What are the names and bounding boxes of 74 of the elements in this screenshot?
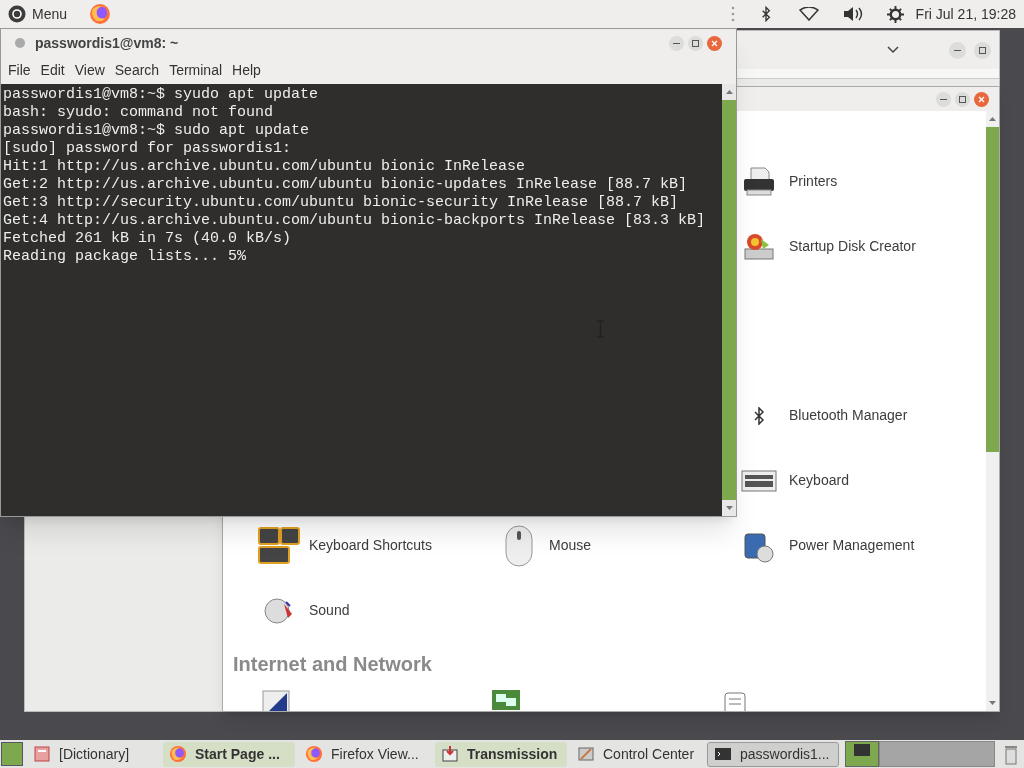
control-center-item[interactable]: Mouse: [549, 535, 592, 556]
control-center-item[interactable]: Printers: [789, 171, 838, 192]
window-title: passwordis1@vm8: ~: [35, 33, 179, 53]
terminal-line: [sudo] password for passwordis1:: [3, 140, 292, 158]
volume-icon[interactable]: [842, 6, 865, 22]
maximize-button[interactable]: [688, 35, 703, 51]
close-button[interactable]: [707, 35, 722, 51]
keyboard-icon: [741, 468, 777, 493]
menu-item[interactable]: Terminal: [164, 60, 228, 81]
network-icon: [491, 689, 521, 711]
bluetooth-icon: [753, 406, 765, 425]
menu-button[interactable]: Menu: [8, 3, 68, 25]
scrollbar[interactable]: [722, 84, 736, 516]
drag-handle-icon: [730, 6, 735, 22]
firefox-icon: [89, 3, 112, 25]
terminal-line: Hit:1 http://us.archive.ubuntu.com/ubuntu bionic InRelease: [3, 158, 526, 176]
mouse-icon: [504, 524, 534, 567]
terminal-line: passwordis1@vm8:~$ syudo apt update: [3, 86, 319, 104]
control-center-item[interactable]: Startup Disk Creator: [789, 236, 916, 257]
taskbar-button[interactable]: Transmission: [435, 741, 567, 767]
control-center-item[interactable]: Bluetooth Manager: [789, 405, 908, 426]
scroll-down-icon[interactable]: [989, 701, 996, 705]
minimize-button[interactable]: [936, 91, 951, 107]
menu-item[interactable]: File: [3, 60, 36, 81]
menu-item[interactable]: Search: [109, 60, 165, 81]
wifi-icon[interactable]: [798, 7, 819, 21]
close-button[interactable]: [974, 91, 989, 107]
taskbar-button[interactable]: Firefox View...: [299, 741, 431, 767]
close-icon: [711, 39, 718, 47]
close-icon: [978, 95, 985, 103]
control-center-item[interactable]: Keyboard: [789, 470, 849, 491]
terminal-line: Get:4 http://us.archive.ubuntu.com/ubuntu bionic-backports InRelease [83.3 kB]: [3, 212, 706, 230]
workspace-switcher[interactable]: [845, 741, 995, 767]
terminal-line: passwordis1@vm8:~$ sudo apt update: [3, 122, 310, 140]
scroll-up-icon[interactable]: [989, 117, 996, 121]
trash-icon[interactable]: [1004, 743, 1018, 765]
show-desktop-button[interactable]: [1, 742, 23, 766]
menu-item[interactable]: View: [69, 60, 110, 81]
control-center-item[interactable]: Power Management: [789, 535, 915, 556]
bluetooth-icon[interactable]: [760, 6, 771, 22]
maximize-button[interactable]: [974, 41, 991, 59]
clock[interactable]: Fri Jul 21, 19:28: [915, 3, 1016, 25]
taskbar-button[interactable]: Control Center: [571, 741, 703, 767]
menu-item[interactable]: Edit: [35, 60, 70, 81]
control-center-item[interactable]: Keyboard Shortcuts: [309, 535, 432, 556]
chevron-down-icon[interactable]: [887, 46, 899, 54]
maximize-button[interactable]: [955, 91, 970, 107]
section-heading: Internet and Network: [233, 652, 433, 677]
firefox-icon: [305, 745, 323, 763]
control-panel-icon: [577, 745, 595, 763]
terminal-line: Reading package lists... 5%: [3, 248, 247, 266]
menu-item[interactable]: Help: [227, 60, 266, 81]
taskbar-button[interactable]: Start Page ...: [163, 741, 295, 767]
terminal-icon: [714, 745, 732, 763]
terminal-icon: [854, 744, 870, 756]
download-box-icon: [441, 745, 459, 763]
keyboard-shortcuts-icon: [257, 525, 301, 566]
firewall-icon: [261, 689, 291, 711]
terminal-line: Get:2 http://us.archive.ubuntu.com/ubuntu bionic-updates InRelease [88.7 kB]: [3, 176, 688, 194]
terminal-line: Fetched 261 kB in 7s (40.0 kB/s): [3, 230, 292, 248]
terminal-line: bash: syudo: command not found: [3, 104, 274, 122]
scroll-up-icon[interactable]: [725, 90, 733, 94]
gear-icon[interactable]: [886, 5, 904, 23]
dictionary-icon: [33, 745, 51, 763]
minimize-button[interactable]: [949, 41, 966, 59]
control-center-item[interactable]: Sound: [309, 600, 350, 621]
minimize-button[interactable]: [669, 35, 684, 51]
taskbar-button[interactable]: passwordis1...: [707, 741, 839, 767]
scroll-down-icon[interactable]: [725, 506, 733, 510]
logo-icon: [8, 5, 26, 23]
scrollbar[interactable]: [986, 111, 999, 711]
firefox-icon: [169, 745, 187, 763]
terminal-line: Get:3 http://security.ubuntu.com/ubuntu bionic-security InRelease [88.7 kB]: [3, 194, 679, 212]
taskbar-button[interactable]: [Dictionary]: [27, 741, 159, 767]
